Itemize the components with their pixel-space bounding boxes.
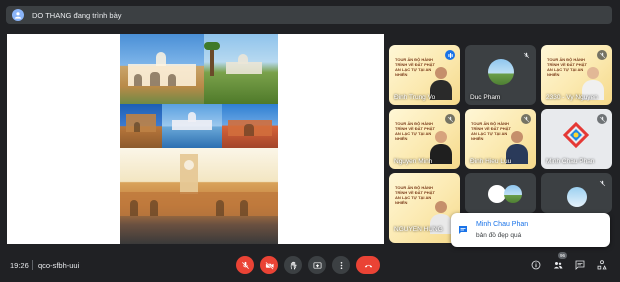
participant-name: 2330 - Vy Nguyen (546, 94, 598, 101)
participant-tile[interactable] (465, 173, 536, 213)
participant-name: Duc Pham (470, 94, 501, 101)
chat-sender: Minh Chau Phan (476, 221, 529, 228)
participant-tile[interactable]: TOUR ẤN ĐỘ HÀNH TRÌNH VỀ ĐẤT PHẬT AN LẠC… (541, 45, 612, 105)
participant-name: NGUYEN HUNG (394, 226, 443, 233)
mic-off-icon (597, 178, 607, 188)
activities-button[interactable] (596, 259, 608, 271)
end-call-icon (364, 264, 372, 268)
photo-clock-tower (120, 148, 278, 244)
presenter-avatar-icon (12, 9, 24, 21)
mic-off-icon (241, 261, 249, 269)
presenter-bar: DO THANG đang trình bày (6, 6, 612, 24)
participant-avatar (488, 59, 514, 85)
mic-off-icon (445, 114, 455, 124)
chat-notification[interactable]: Minh Chau Phan bản đồ đẹp quá (451, 213, 610, 247)
people-button[interactable] (552, 259, 564, 271)
photo-palace (120, 34, 204, 104)
participant-name: Đinh Hieu Luu (470, 158, 512, 165)
photo-temple (120, 104, 162, 148)
mic-off-icon (521, 50, 531, 60)
mic-toggle-button[interactable] (236, 256, 254, 274)
raise-hand-button[interactable] (284, 256, 302, 274)
participant-tile[interactable]: TOUR ẤN ĐỘ HÀNH TRÌNH VỀ ĐẤT PHẬT AN LẠC… (389, 45, 460, 105)
activities-icon (597, 260, 607, 270)
more-icon (340, 261, 342, 269)
mic-off-icon (521, 114, 531, 124)
image-collage (120, 34, 278, 244)
present-icon (313, 261, 321, 269)
participant-name: Minh Chau Phan (546, 158, 595, 165)
camera-off-icon (264, 261, 274, 270)
hand-icon (290, 261, 297, 270)
end-call-button[interactable] (356, 256, 380, 274)
photo-red-fort (222, 104, 278, 148)
participant-count-badge: 96 (558, 252, 568, 259)
participant-name: Nguyen Minh (394, 158, 433, 165)
participant-tile[interactable]: Duc Pham (465, 45, 536, 105)
participant-name: Đinh Trung Vo (394, 94, 436, 101)
chat-icon (458, 222, 468, 234)
participant-tile[interactable]: TOUR ẤN ĐỘ HÀNH TRÌNH VỀ ĐẤT PHẬT AN LẠC… (389, 109, 460, 169)
meeting-code: qco-sfbh-uui (38, 261, 80, 270)
organization-logo-icon (561, 121, 591, 151)
chat-icon (575, 260, 585, 270)
speaking-indicator-icon (445, 50, 455, 60)
shared-screen (7, 34, 384, 244)
chat-message: bản đồ đẹp quá (476, 232, 522, 239)
camera-toggle-button[interactable] (260, 256, 278, 274)
participant-tile[interactable] (541, 173, 612, 213)
more-options-button[interactable] (332, 256, 350, 274)
people-icon (553, 262, 563, 269)
participant-avatar (504, 185, 522, 203)
info-icon (531, 260, 541, 270)
chat-button[interactable] (574, 259, 586, 271)
participant-avatar (567, 187, 587, 207)
divider (32, 260, 33, 270)
meeting-time: 19:26 (10, 261, 29, 270)
mic-off-icon (597, 114, 607, 124)
photo-garden (204, 34, 278, 104)
mic-off-icon (597, 50, 607, 60)
participant-tile[interactable]: TOUR ẤN ĐỘ HÀNH TRÌNH VỀ ĐẤT PHẬT AN LẠC… (465, 109, 536, 169)
meeting-details-button[interactable] (530, 259, 542, 271)
presenter-text: DO THANG đang trình bày (32, 10, 122, 20)
participant-video (430, 131, 452, 165)
photo-reflection (162, 104, 222, 148)
present-button[interactable] (308, 256, 326, 274)
participant-tile[interactable]: Minh Chau Phan (541, 109, 612, 169)
participant-tile[interactable]: TOUR ẤN ĐỘ HÀNH TRÌNH VỀ ĐẤT PHẬT AN LẠC… (389, 173, 460, 243)
